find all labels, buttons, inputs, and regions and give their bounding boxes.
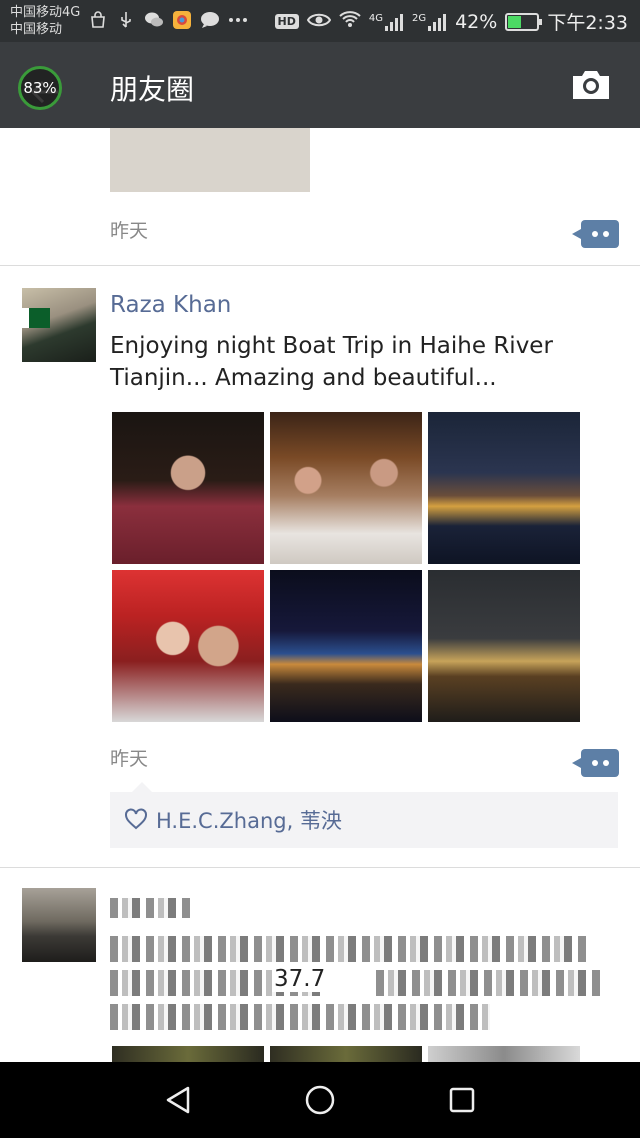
page-title: 朋友圈 — [110, 73, 195, 106]
wechat-icon — [144, 10, 164, 30]
post-photo[interactable] — [270, 412, 422, 564]
likes-box: H.E.C.Zhang, 苇泱 — [110, 782, 618, 848]
comment-button[interactable] — [572, 749, 619, 777]
battery-percent: 42% — [455, 10, 498, 33]
system-nav-bar — [0, 1062, 640, 1138]
signal-4g-icon: 4G — [369, 13, 404, 31]
post-time: 昨天 — [110, 220, 149, 242]
pixelated-text-line — [376, 970, 604, 996]
moments-feed[interactable]: 昨天 Raza Khan Enjoying night Boat Trip in… — [0, 128, 640, 1062]
net1-label: 4G — [368, 12, 383, 24]
post-divider — [0, 867, 640, 868]
post-photo[interactable] — [428, 570, 580, 722]
pixelated-photos — [112, 1046, 580, 1062]
photo-grid — [112, 412, 580, 722]
pixelated-text-line — [110, 936, 590, 962]
overlay-percent-badge[interactable]: 83% — [18, 66, 62, 110]
title-bar: 83% 朋友圈 — [0, 42, 640, 128]
avatar[interactable] — [22, 288, 96, 362]
post-author[interactable]: Raza Khan — [110, 292, 231, 318]
carrier-1: 中国移动4G — [10, 5, 81, 20]
post-photo[interactable] — [112, 1046, 264, 1062]
nav-recents-button[interactable] — [440, 1080, 484, 1120]
pixelated-text-line — [110, 1004, 490, 1030]
carrier-info: 中国移动4G 中国移动 — [10, 4, 80, 38]
nav-back-button[interactable] — [156, 1080, 200, 1120]
status-bar: 中国移动4G 中国移动 HD 4G 2G 42% 下午2:33 — [0, 0, 640, 42]
comment-icon — [591, 760, 598, 766]
post-photo[interactable] — [112, 412, 264, 564]
comment-icon-dot — [602, 760, 609, 766]
post-time: 昨天 — [110, 748, 149, 770]
post-photo[interactable] — [270, 570, 422, 722]
flag-graphic — [22, 308, 50, 328]
chat-bubble-icon — [200, 10, 220, 30]
carrier-2: 中国移动 — [10, 22, 63, 37]
likes-names[interactable]: H.E.C.Zhang, 苇泱 — [156, 805, 342, 835]
camera-button[interactable] — [570, 68, 612, 102]
notification-icons — [88, 10, 248, 30]
battery-icon — [505, 12, 543, 31]
bag-icon — [88, 10, 108, 30]
comment-icon — [591, 231, 598, 237]
nav-home-button[interactable] — [298, 1080, 342, 1120]
camera-icon — [573, 71, 609, 99]
post-photo[interactable] — [270, 1046, 422, 1062]
post-photo[interactable] — [428, 412, 580, 564]
post-photo[interactable] — [112, 570, 264, 722]
post-divider — [0, 265, 640, 266]
pixelated-author — [110, 898, 190, 918]
circle-home-icon — [305, 1085, 335, 1115]
avatar[interactable] — [22, 888, 96, 962]
back-button[interactable]: 83% — [14, 60, 74, 110]
eye-icon — [306, 11, 331, 33]
more-icon — [228, 10, 248, 30]
signal-2g-icon: 2G — [412, 13, 447, 31]
hd-badge: HD — [274, 14, 299, 29]
colorful-app-icon — [172, 10, 192, 30]
comment-icon-dot — [602, 231, 609, 237]
net2-label: 2G — [411, 12, 427, 24]
comment-button[interactable] — [572, 220, 619, 248]
previous-post-photo[interactable] — [110, 128, 310, 192]
square-recents-icon — [449, 1087, 475, 1113]
status-right: HD 4G 2G 42% 下午2:33 — [274, 8, 628, 35]
post-text: Enjoying night Boat Trip in Haihe River … — [110, 333, 553, 391]
triangle-back-icon — [166, 1086, 190, 1114]
usb-icon — [116, 10, 136, 30]
post-photo[interactable] — [428, 1046, 580, 1062]
heart-icon — [125, 808, 147, 830]
visible-text-fragment: 37.7 — [272, 966, 328, 992]
wifi-icon — [339, 10, 361, 33]
clock: 下午2:33 — [547, 12, 628, 34]
